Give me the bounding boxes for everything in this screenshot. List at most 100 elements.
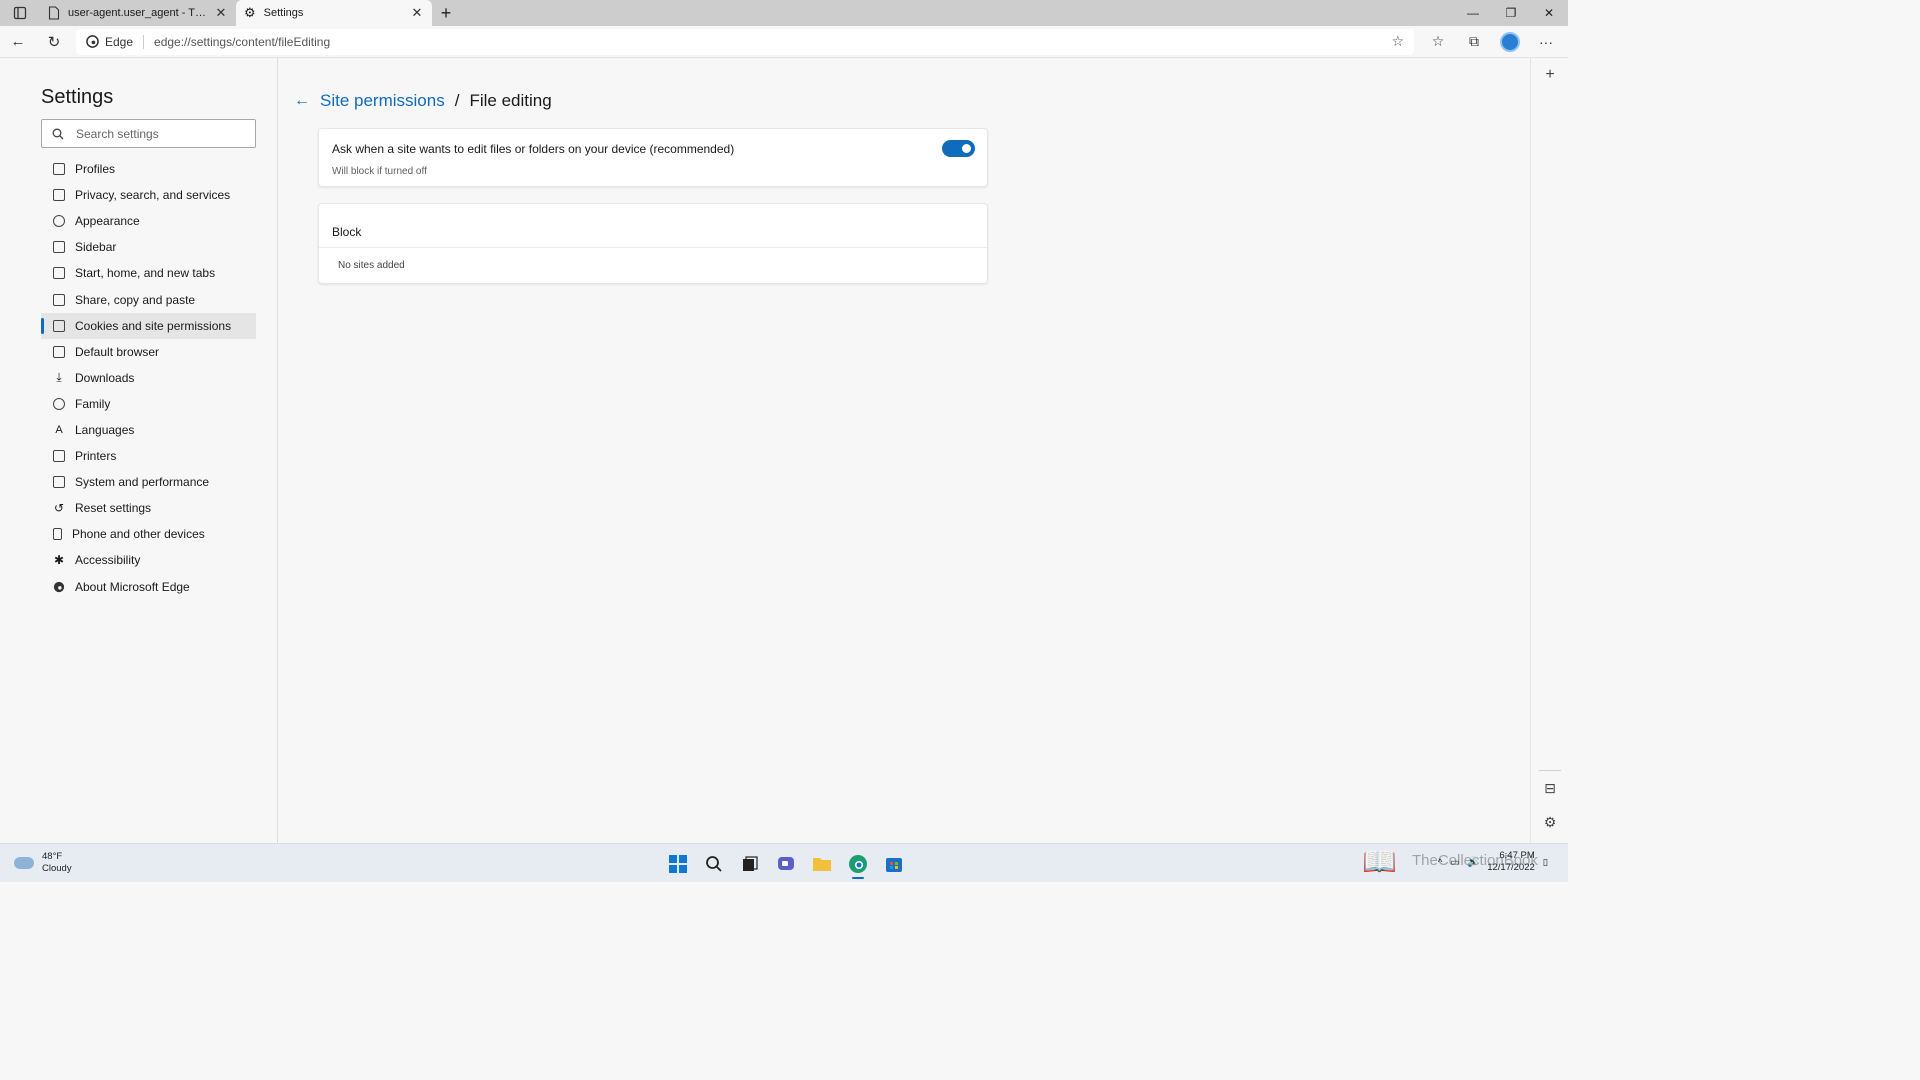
sidebar-item-label: Printers	[75, 449, 117, 464]
page-title: Settings	[41, 86, 114, 108]
block-card: Block No sites added	[318, 203, 988, 284]
hide-sidebar-button[interactable]: ⊟	[1531, 780, 1569, 797]
taskbar: 48°F Cloudy 📖 TheCollectionBook ^ ▭ 🔊 6:…	[0, 843, 1568, 882]
sidebar-item-profiles[interactable]: Profiles	[41, 156, 256, 182]
more-button[interactable]: ···	[1528, 26, 1564, 58]
sidebar-item-printers[interactable]: Printers	[41, 443, 256, 469]
sidebar-item-privacy[interactable]: Privacy, search, and services	[41, 182, 256, 208]
block-empty-text: No sites added	[338, 260, 405, 271]
page-icon	[48, 6, 60, 20]
close-icon[interactable]: ✕	[214, 5, 228, 21]
sidebar-item-label: Profiles	[75, 162, 116, 177]
breadcrumb: ← Site permissions / File editing	[294, 91, 552, 111]
address-bar[interactable]: Edge edge://settings/content/fileEditing…	[76, 28, 1414, 55]
close-window-button[interactable]: ✕	[1530, 0, 1568, 26]
sidebar-item-appearance[interactable]: Appearance	[41, 208, 256, 234]
book-icon: 📖	[1362, 846, 1397, 877]
sidebar-item-phone[interactable]: Phone and other devices	[41, 521, 256, 547]
weather-widget[interactable]: 48°F Cloudy	[14, 851, 72, 875]
network-icon[interactable]: ▭	[1450, 857, 1459, 868]
back-button[interactable]: ←	[0, 26, 36, 58]
chevron-up-icon[interactable]: ^	[1438, 857, 1442, 868]
gear-icon: ⚙	[1543, 814, 1557, 830]
system-tray: ^ ▭ 🔊 6:47 PM 12/17/2022 ▯	[1438, 850, 1548, 874]
sidebar-item-about[interactable]: About Microsoft Edge	[41, 574, 256, 600]
sidebar-item-share[interactable]: Share, copy and paste	[41, 286, 256, 312]
phone-icon	[53, 528, 62, 541]
gear-icon: ⚙	[244, 5, 256, 20]
edge-badge: Edge	[86, 34, 145, 49]
edge-taskbar-button[interactable]	[840, 849, 876, 879]
profile-button[interactable]	[1492, 26, 1528, 58]
cloud-icon	[14, 857, 34, 869]
accessibility-icon: ✱	[53, 553, 65, 568]
minimize-button[interactable]: —	[1454, 0, 1492, 26]
breadcrumb-parent-link[interactable]: Site permissions	[320, 91, 445, 111]
collections-button[interactable]: ⧉	[1456, 26, 1492, 58]
back-arrow-icon[interactable]: ←	[294, 92, 310, 110]
notification-icon[interactable]: ▯	[1543, 857, 1548, 868]
sidebar-item-system[interactable]: System and performance	[41, 469, 256, 495]
sidebar-item-label: Share, copy and paste	[75, 292, 196, 307]
edge-sidebar: + ⊟ ⚙	[1530, 58, 1568, 843]
store-button[interactable]	[876, 849, 912, 879]
reset-icon: ↺	[53, 501, 65, 516]
sidebar-item-label: Accessibility	[75, 553, 141, 568]
sidebar-item-family[interactable]: Family	[41, 391, 256, 417]
add-favorite-icon[interactable]: ☆	[1391, 33, 1404, 50]
ask-permission-toggle[interactable]	[942, 140, 975, 157]
refresh-button[interactable]: ↻	[36, 26, 72, 58]
family-icon	[53, 397, 65, 410]
search-icon	[52, 128, 64, 139]
volume-icon[interactable]: 🔊	[1467, 857, 1479, 868]
back-arrow-icon: ←	[10, 33, 26, 50]
home-icon	[53, 267, 65, 280]
restore-button[interactable]: ❐	[1492, 0, 1530, 26]
tab-settings[interactable]: ⚙ Settings ✕	[236, 0, 432, 26]
tab-user-agent[interactable]: user-agent.user_agent - The Coll ✕	[40, 0, 236, 26]
edge-icon	[849, 855, 867, 873]
file-explorer-button[interactable]	[804, 849, 840, 879]
sidebar-item-reset[interactable]: ↺ Reset settings	[41, 495, 256, 521]
tab-actions-button[interactable]	[0, 0, 40, 26]
sidebar-item-label: Default browser	[75, 344, 160, 359]
sidebar-icon	[53, 241, 65, 254]
printer-icon	[53, 450, 65, 463]
url-text[interactable]: edge://settings/content/fileEditing	[154, 35, 1391, 49]
browser-icon	[53, 345, 65, 358]
close-icon[interactable]: ✕	[410, 5, 424, 21]
task-view-button[interactable]	[732, 849, 768, 879]
sidebar-item-label: Family	[75, 396, 111, 411]
profile-icon	[53, 163, 65, 176]
window-controls: — ❐ ✕	[1454, 0, 1568, 26]
sidebar-item-languages[interactable]: A Languages	[41, 417, 256, 443]
sidebar-settings-button[interactable]: ⚙	[1531, 814, 1569, 831]
search-button[interactable]	[696, 849, 732, 879]
sidebar-item-cookies[interactable]: Cookies and site permissions	[41, 312, 256, 339]
tab-strip: user-agent.user_agent - The Coll ✕ ⚙ Set…	[0, 0, 1568, 26]
ask-permission-subtitle: Will block if turned off	[332, 166, 427, 177]
divider	[1539, 770, 1561, 771]
cookies-icon	[53, 319, 65, 332]
add-sidebar-app-button[interactable]: +	[1531, 66, 1569, 84]
sidebar-item-downloads[interactable]: ⤓ Downloads	[41, 365, 256, 391]
appearance-icon	[53, 215, 65, 228]
start-button[interactable]	[660, 849, 696, 879]
search-input[interactable]: Search settings	[41, 119, 256, 148]
sidebar-item-label: Privacy, search, and services	[75, 188, 231, 203]
sidebar-item-start-home[interactable]: Start, home, and new tabs	[41, 260, 256, 286]
sidebar-item-label: Sidebar	[75, 240, 117, 255]
favorites-button[interactable]: ☆	[1420, 26, 1456, 58]
sidebar-item-accessibility[interactable]: ✱ Accessibility	[41, 547, 256, 573]
sidebar-item-label: Appearance	[75, 214, 140, 229]
sidebar-item-label: System and performance	[75, 475, 210, 490]
new-tab-button[interactable]: +	[432, 0, 460, 26]
sidebar-item-label: Cookies and site permissions	[75, 318, 232, 333]
sidebar-toggle-icon: ⊟	[1544, 780, 1556, 796]
settings-sidebar: Settings Search settings Profiles Privac…	[0, 58, 278, 843]
chat-button[interactable]	[768, 849, 804, 879]
sidebar-item-sidebar[interactable]: Sidebar	[41, 234, 256, 260]
sidebar-item-default-browser[interactable]: Default browser	[41, 339, 256, 365]
clock-time: 6:47 PM	[1499, 850, 1535, 861]
clock[interactable]: 6:47 PM 12/17/2022	[1487, 850, 1535, 874]
